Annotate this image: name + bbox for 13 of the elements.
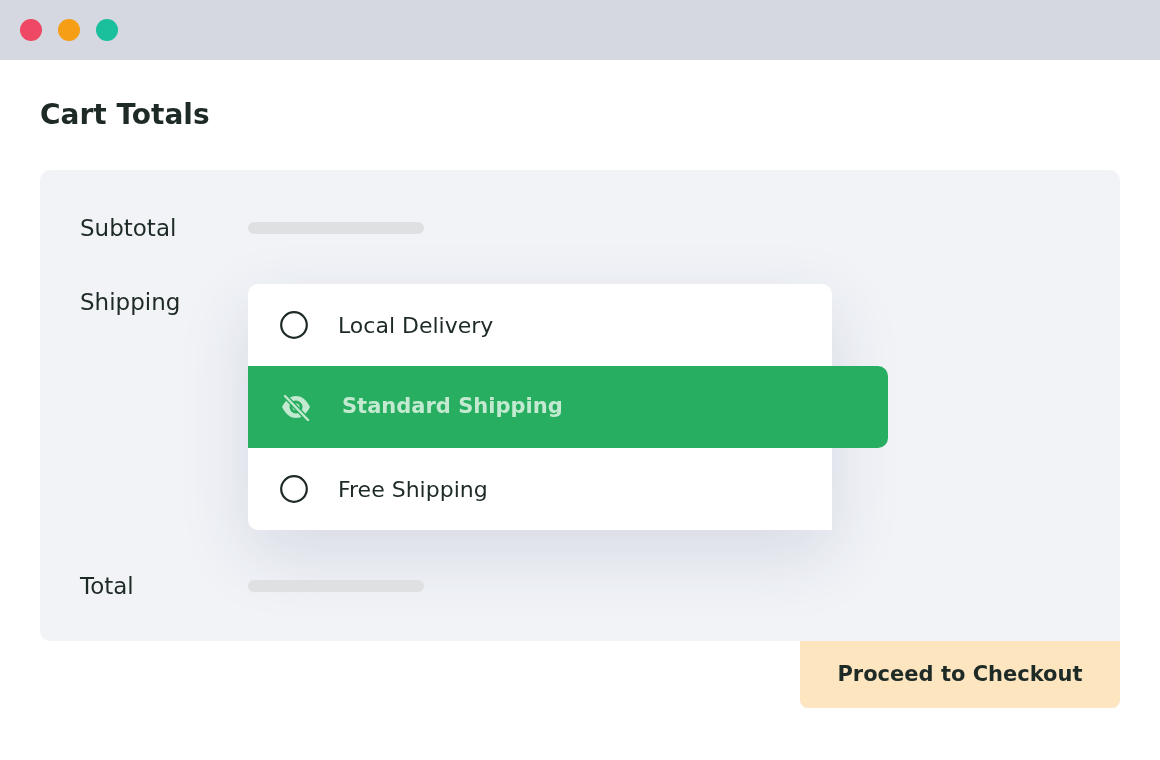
window-control-icon[interactable] [58, 19, 80, 41]
row-label: Total [80, 572, 135, 601]
radio-circle-icon [280, 475, 308, 503]
window-control-icon[interactable] [96, 19, 118, 41]
window-control-icon[interactable] [20, 19, 42, 41]
shipping-option[interactable]: Free Shipping [248, 448, 832, 530]
row-label: Subtotal [80, 214, 178, 243]
page-heading: Cart Totals [40, 97, 211, 133]
radio-circle-icon [280, 311, 308, 339]
checkout-button[interactable]: Proceed to Checkout [800, 641, 1120, 708]
row-label: Shipping [80, 288, 182, 317]
shipping-option[interactable]: Local Delivery [248, 284, 832, 366]
eye-slash-icon [280, 393, 312, 421]
